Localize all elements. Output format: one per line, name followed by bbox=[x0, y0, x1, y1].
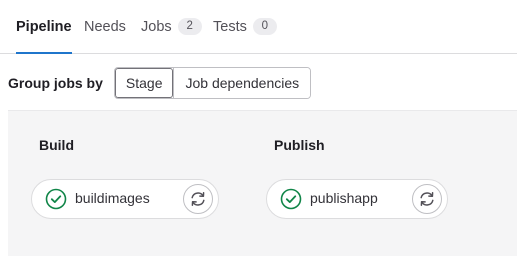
pipeline-graph: Build buildimages Publish publishapp bbox=[8, 110, 517, 256]
job-buildimages[interactable]: buildimages bbox=[31, 179, 219, 219]
group-jobs-by-label: Group jobs by bbox=[8, 74, 103, 91]
group-by-job-dependencies-button[interactable]: Job dependencies bbox=[173, 67, 311, 98]
tab-needs[interactable]: Needs bbox=[84, 0, 126, 53]
tests-count-badge: 0 bbox=[252, 18, 277, 35]
check-circle-icon bbox=[280, 188, 302, 210]
job-publishapp[interactable]: publishapp bbox=[266, 179, 448, 219]
pipeline-tabs: Pipeline Needs Jobs 2 Tests 0 bbox=[0, 0, 517, 54]
tab-jobs[interactable]: Jobs 2 bbox=[141, 0, 202, 53]
stage-title-build: Build bbox=[39, 137, 74, 153]
tab-needs-label: Needs bbox=[84, 18, 126, 35]
pipeline-page: Pipeline Needs Jobs 2 Tests 0 Group jobs… bbox=[0, 0, 517, 256]
retry-icon bbox=[191, 192, 205, 206]
tab-tests[interactable]: Tests 0 bbox=[213, 0, 277, 53]
group-by-segmented-control: Stage Job dependencies bbox=[113, 66, 312, 99]
jobs-count-badge: 2 bbox=[177, 18, 202, 35]
retry-job-button[interactable] bbox=[412, 184, 442, 214]
group-jobs-by-row: Group jobs by Stage Job dependencies bbox=[8, 66, 312, 99]
tab-pipeline-label: Pipeline bbox=[16, 18, 72, 35]
check-circle-icon bbox=[45, 188, 67, 210]
tab-jobs-label: Jobs bbox=[141, 18, 172, 35]
retry-icon bbox=[420, 192, 434, 206]
tab-pipeline[interactable]: Pipeline bbox=[16, 0, 72, 54]
stage-title-publish: Publish bbox=[274, 137, 325, 153]
job-name: buildimages bbox=[75, 190, 150, 206]
retry-job-button[interactable] bbox=[183, 184, 213, 214]
tab-tests-label: Tests bbox=[213, 18, 247, 35]
group-by-stage-button[interactable]: Stage bbox=[114, 67, 174, 98]
job-name: publishapp bbox=[310, 190, 378, 206]
